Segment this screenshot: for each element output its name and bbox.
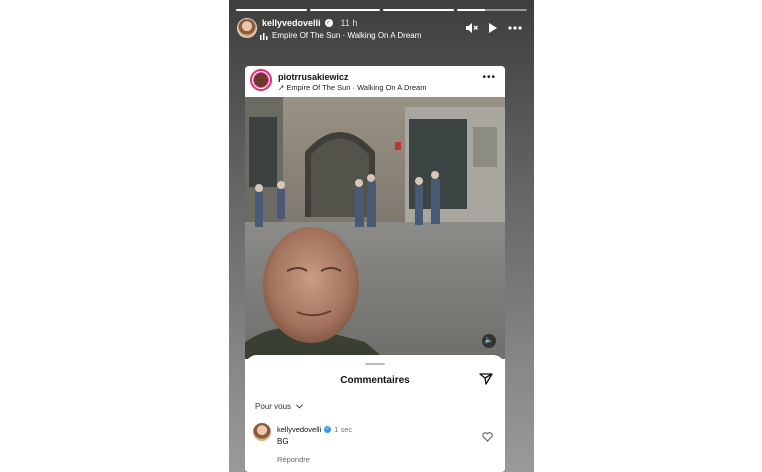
progress-segment-current	[456, 9, 527, 11]
story-progress-bar	[236, 9, 527, 11]
story-music-label[interactable]: Empire Of The Sun · Walking On A Dream	[272, 31, 421, 40]
story-author[interactable]: kellyvedovelli ✓ 11 h	[262, 18, 357, 28]
post-author-avatar[interactable]	[250, 69, 272, 91]
send-icon[interactable]	[479, 373, 493, 385]
speaker-icon[interactable]: 🔈	[482, 334, 496, 348]
post-more-icon[interactable]: •••	[482, 72, 496, 83]
comment-text: BG	[277, 437, 289, 446]
post-music-label[interactable]: Empire Of The Sun · Walking On A Dream	[286, 83, 426, 92]
story-viewer: kellyvedovelli ✓ 11 h Empire Of The Sun …	[229, 0, 534, 472]
comment-author-avatar[interactable]	[253, 423, 271, 441]
verified-badge-icon: ✓	[324, 426, 332, 433]
verified-badge-icon: ✓	[324, 19, 333, 27]
street-selfie-image	[245, 97, 505, 359]
arrow-up-right-icon: ↗	[278, 83, 285, 92]
music-bars-icon	[260, 32, 268, 40]
comment-header: kellyvedovelli ✓ 1 sec	[277, 425, 352, 434]
muted-speaker-icon[interactable]	[465, 22, 478, 34]
chevron-down-icon	[296, 404, 303, 409]
reply-link[interactable]: Répondre	[277, 455, 310, 464]
story-music[interactable]: Empire Of The Sun · Walking On A Dream	[260, 31, 421, 40]
progress-segment	[236, 9, 307, 11]
story-author-username[interactable]: kellyvedovelli	[262, 18, 321, 28]
play-icon[interactable]	[488, 22, 498, 34]
post-header: piotrrusakiewicz ↗ Empire Of The Sun · W…	[245, 66, 505, 97]
comments-title: Commentaires	[340, 375, 410, 386]
story-controls	[465, 22, 522, 34]
comment-author-username[interactable]: kellyvedovelli	[277, 425, 321, 434]
heart-icon[interactable]	[482, 432, 493, 442]
post-author-username[interactable]: piotrrusakiewicz	[278, 72, 349, 82]
progress-segment	[383, 9, 454, 11]
story-author-avatar[interactable]	[237, 18, 257, 38]
progress-segment	[309, 9, 380, 11]
post-music[interactable]: ↗ Empire Of The Sun · Walking On A Dream	[278, 83, 426, 92]
comment-timestamp: 1 sec	[334, 425, 353, 434]
post-photo[interactable]: 🔈	[245, 97, 505, 359]
shared-post-card[interactable]: piotrrusakiewicz ↗ Empire Of The Sun · W…	[245, 66, 505, 472]
sort-label[interactable]: Pour vous	[255, 402, 291, 411]
more-icon[interactable]	[508, 26, 522, 30]
sheet-drag-handle[interactable]	[365, 363, 385, 365]
comments-sheet: Commentaires Pour vous kellyvedovelli ✓ …	[245, 355, 505, 472]
story-timestamp: 11 h	[340, 18, 358, 28]
sort-dropdown[interactable]: Pour vous	[255, 402, 303, 411]
